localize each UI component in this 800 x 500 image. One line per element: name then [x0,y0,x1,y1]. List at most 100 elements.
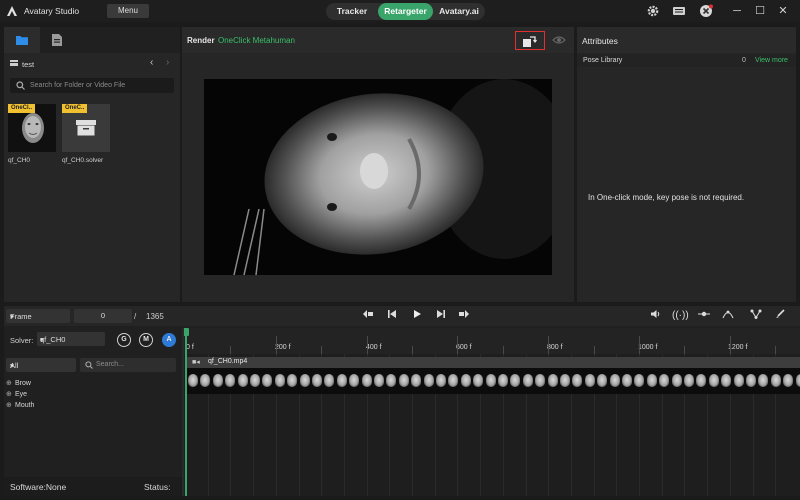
ruler-label: 0 f [186,344,194,351]
ruler-tick [502,346,504,354]
menu-button[interactable]: Menu [107,4,149,18]
curve-filter-select[interactable]: All ▾ [6,358,76,372]
clip-frame-thumbnail [274,374,285,387]
maximize-icon[interactable]: ☐ [753,4,767,18]
tab-folders[interactable] [4,27,40,53]
clip-frame-thumbnail [708,374,719,387]
clip-frame-thumbnail [324,374,335,387]
solver-select[interactable]: qf_CH0 ▾ [37,332,105,346]
clip-frame-thumbnail [572,374,583,387]
asset-badge: OneCl.. [8,104,36,113]
solver-row: Solver: qf_CH0 ▾ G M A [4,328,182,350]
attributes-panel: Attributes Pose Library 0 View more In O… [577,27,796,302]
clip-frame-thumbnail [262,374,273,387]
title-bar: Avatary Studio Menu Tracker Retargeter A… [0,0,800,22]
tab-avatary-ai[interactable]: Avatary.ai [433,3,485,20]
curve-group-eye[interactable]: ⊕ Eye [6,390,27,398]
keyframe-icon[interactable] [696,309,712,323]
clip-frame-thumbnail [473,374,484,387]
pose-library-label: Pose Library [583,57,623,64]
tab-retargeter[interactable]: Retargeter [378,3,433,20]
timeline-panel: Frame ▾ 0 / 1365 ((·)) Solver: qf_CH0 ▾ … [4,306,800,496]
clip-frame-thumbnail [448,374,459,387]
clip-frame-thumbnail [200,374,211,387]
ruler-tick [775,346,777,354]
clip-frame-thumbnail [411,374,422,387]
jump-to-start-icon[interactable] [360,309,376,323]
play-icon[interactable] [409,309,425,323]
ruler-tick [321,346,323,354]
ruler-tick [366,336,368,354]
breadcrumb: test [10,58,34,70]
chevron-right-icon[interactable]: › [166,57,169,68]
clip-frame-thumbnail [485,374,496,387]
rotate-icon [523,36,537,47]
playhead-handle[interactable] [184,328,189,336]
curve-group-mouth[interactable]: ⊕ Mouth [6,401,34,409]
volume-icon[interactable] [648,309,664,323]
tab-tracker[interactable]: Tracker [326,3,378,20]
face-thumbnail [22,113,44,143]
brush-icon[interactable] [772,309,788,323]
asset-search-input[interactable]: Search for Folder or Video File [10,78,174,93]
clip-frame-thumbnail [237,374,248,387]
file-icon[interactable] [52,34,62,46]
clip-frame-thumbnail [299,374,310,387]
view-more-link[interactable]: View more [755,57,788,64]
clip-frame-thumbnail [535,374,546,387]
clip-header[interactable]: ■◂ qf_CH0.mp4 [186,357,800,368]
clip-frame-thumbnail [460,374,471,387]
close-icon[interactable]: ✕ [776,4,790,18]
asset-browser-panel: test ‹ › Search for Folder or Video File… [4,27,180,302]
playhead[interactable] [184,328,189,496]
timeline-track-area[interactable]: 0 f 200 f 400 f 600 f 800 f 1000 f 1200 … [184,328,800,496]
jump-to-end-icon[interactable] [456,309,472,323]
ruler-tick [593,346,595,354]
clip-frame-thumbnail [646,374,657,387]
a-mode-button[interactable]: A [162,333,176,347]
asset-card-solver[interactable]: OneC.. [62,104,110,152]
clip-thumbnail-strip[interactable] [186,368,800,394]
app-logo-icon [6,5,18,17]
curve-search-input[interactable]: Search... [80,358,176,372]
current-frame-input[interactable]: 0 [74,309,132,323]
step-forward-icon[interactable] [433,309,449,323]
curve-icon[interactable] [720,309,736,323]
clip-frame-thumbnail [250,374,260,387]
clip-frame-thumbnail [684,374,694,387]
clip-frame-thumbnail [374,374,384,387]
step-back-icon[interactable] [384,309,400,323]
minimize-icon[interactable]: ─ [730,4,744,18]
clip-frame-thumbnail [287,374,298,387]
curve-group-brow[interactable]: ⊕ Brow [6,379,31,387]
asset-name: qf_CH0.solver [62,157,104,164]
node-graph-icon[interactable] [748,309,764,323]
clip-frame-thumbnail [498,374,508,387]
g-mode-button[interactable]: G [117,333,131,347]
app-title: Avatary Studio [24,6,80,16]
asset-browser-tabs [4,27,180,53]
curve-group-label: Eye [15,391,28,398]
m-mode-button[interactable]: M [139,333,153,347]
ruler-tick [548,336,550,354]
total-frames: 1365 [146,312,164,321]
chevron-left-icon[interactable]: ‹ [150,57,153,68]
clip-frame-thumbnail [584,374,595,387]
broadcast-icon[interactable]: ((·)) [672,309,689,323]
user-avatar-icon[interactable] [699,4,713,18]
eye-icon[interactable] [552,34,566,46]
expand-icon: ⊕ [6,402,12,409]
clip-frame-thumbnail [436,374,446,387]
asset-name: qf_CH0 [8,157,31,164]
video-preview[interactable] [204,79,552,275]
ruler-label: 1000 f [638,344,658,351]
chevron-down-icon: ▾ [10,361,14,370]
clip-frame-thumbnail [783,374,794,387]
frame-mode-select[interactable]: Frame ▾ [6,309,70,323]
chevron-down-icon: ▾ [10,312,14,321]
render-title: Render [187,36,215,45]
asset-card-video[interactable]: OneCl.. [8,104,56,152]
keyboard-icon[interactable] [672,4,686,18]
rotate-video-button[interactable] [515,31,545,50]
settings-gear-icon[interactable] [646,4,660,18]
